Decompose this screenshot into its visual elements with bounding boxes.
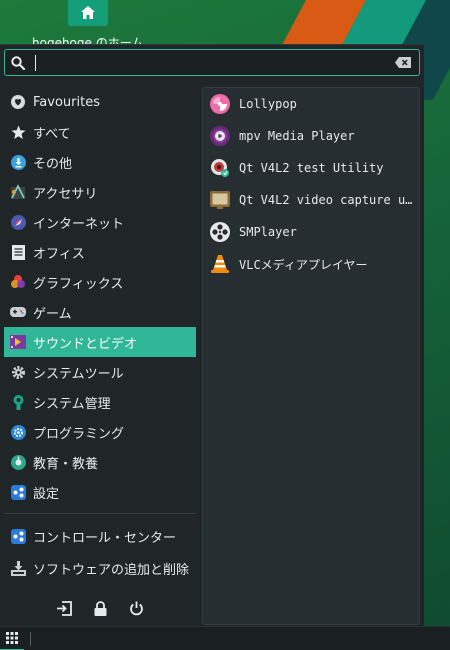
programming-icon	[10, 424, 26, 440]
download-icon	[10, 154, 26, 170]
control-center-icon	[10, 528, 26, 544]
category-education[interactable]: 教育・教養	[4, 447, 196, 477]
category-graphics[interactable]: グラフィックス	[4, 267, 196, 297]
category-games[interactable]: ゲーム	[4, 297, 196, 327]
logout-icon[interactable]	[55, 599, 73, 617]
app-label: Lollypop	[239, 97, 297, 111]
taskbar	[0, 626, 450, 650]
category-label: すべて	[33, 126, 71, 142]
category-label: Favourites	[33, 94, 100, 110]
office-icon	[10, 244, 26, 260]
category-label: システム管理	[33, 396, 111, 412]
app-item-lollypop[interactable]: Lollypop	[203, 88, 419, 120]
home-icon	[81, 4, 95, 23]
smplayer-icon	[209, 221, 231, 243]
app-item-vlc[interactable]: VLCメディアプレイヤー	[203, 248, 419, 280]
category-settings[interactable]: 設定	[4, 477, 196, 507]
lock-icon[interactable]	[91, 599, 109, 617]
category-label: サウンドとビデオ	[33, 336, 138, 352]
category-label: 設定	[33, 486, 60, 502]
search-bar[interactable]	[4, 49, 420, 76]
category-system-admin[interactable]: システム管理	[4, 387, 196, 417]
app-label: mpv Media Player	[239, 129, 355, 143]
category-system-tools[interactable]: システムツール	[4, 357, 196, 387]
app-label: Qt V4L2 test Utility	[239, 161, 384, 175]
app-item-smplayer[interactable]: SMPlayer	[203, 216, 419, 248]
gamepad-icon	[10, 304, 26, 320]
system-item-control-center[interactable]: コントロール・センター	[4, 520, 196, 552]
category-programming[interactable]: プログラミング	[4, 417, 196, 447]
category-label: オフィス	[33, 246, 85, 262]
vlc-icon	[209, 253, 231, 275]
education-icon	[10, 454, 26, 470]
application-list: Lollypop mpv Media Player Qt V4L2 test U…	[202, 87, 420, 625]
taskbar-separator	[30, 631, 31, 646]
home-folder-desktop-icon[interactable]	[68, 0, 108, 26]
divider	[4, 513, 196, 514]
search-icon	[5, 55, 31, 70]
app-label: SMPlayer	[239, 225, 297, 239]
app-item-mpv[interactable]: mpv Media Player	[203, 120, 419, 152]
favourites-icon	[10, 94, 26, 110]
multimedia-icon	[10, 334, 26, 350]
system-item-software[interactable]: ソフトウェアの追加と削除	[4, 552, 196, 584]
mpv-icon	[209, 125, 231, 147]
category-label: システムツール	[33, 366, 124, 382]
category-list: Favourites すべて その他 アクセサリ インターネット オフィス グラ…	[4, 87, 196, 584]
category-label: グラフィックス	[33, 276, 124, 292]
category-other[interactable]: その他	[4, 147, 196, 177]
graphics-icon	[10, 274, 26, 290]
settings-icon	[10, 484, 26, 500]
category-label: ゲーム	[33, 306, 72, 322]
app-item-v4l2-capture[interactable]: Qt V4L2 video capture u…	[203, 184, 419, 216]
backspace-icon[interactable]	[387, 57, 419, 68]
lollypop-icon	[209, 93, 231, 115]
category-label: その他	[33, 156, 73, 172]
app-item-qv4l2[interactable]: Qt V4L2 test Utility	[203, 152, 419, 184]
category-favourites[interactable]: Favourites	[4, 87, 196, 117]
category-label: 教育・教養	[33, 456, 99, 472]
category-office[interactable]: オフィス	[4, 237, 196, 267]
session-actions	[55, 599, 145, 617]
qv4l2-icon	[209, 157, 231, 179]
category-sound-video[interactable]: サウンドとビデオ	[4, 327, 196, 357]
category-label: プログラミング	[33, 426, 125, 442]
power-icon[interactable]	[127, 599, 145, 617]
app-grid-icon[interactable]	[0, 627, 24, 650]
category-all[interactable]: すべて	[4, 117, 196, 147]
application-menu: Favourites すべて その他 アクセサリ インターネット オフィス グラ…	[0, 44, 424, 626]
star-icon	[10, 124, 26, 140]
accessories-icon	[10, 184, 26, 200]
search-input[interactable]	[36, 52, 387, 73]
category-internet[interactable]: インターネット	[4, 207, 196, 237]
v4l2-capture-icon	[209, 189, 231, 211]
software-install-icon	[10, 560, 26, 576]
app-label: VLCメディアプレイヤー	[239, 257, 368, 272]
category-accessories[interactable]: アクセサリ	[4, 177, 196, 207]
gear-icon	[10, 364, 26, 380]
system-item-label: ソフトウェアの追加と削除	[33, 562, 190, 578]
internet-icon	[10, 214, 26, 230]
system-admin-icon	[10, 394, 26, 410]
category-label: インターネット	[33, 216, 125, 232]
system-item-label: コントロール・センター	[33, 530, 177, 546]
app-label: Qt V4L2 video capture u…	[239, 193, 413, 207]
category-label: アクセサリ	[33, 186, 98, 202]
